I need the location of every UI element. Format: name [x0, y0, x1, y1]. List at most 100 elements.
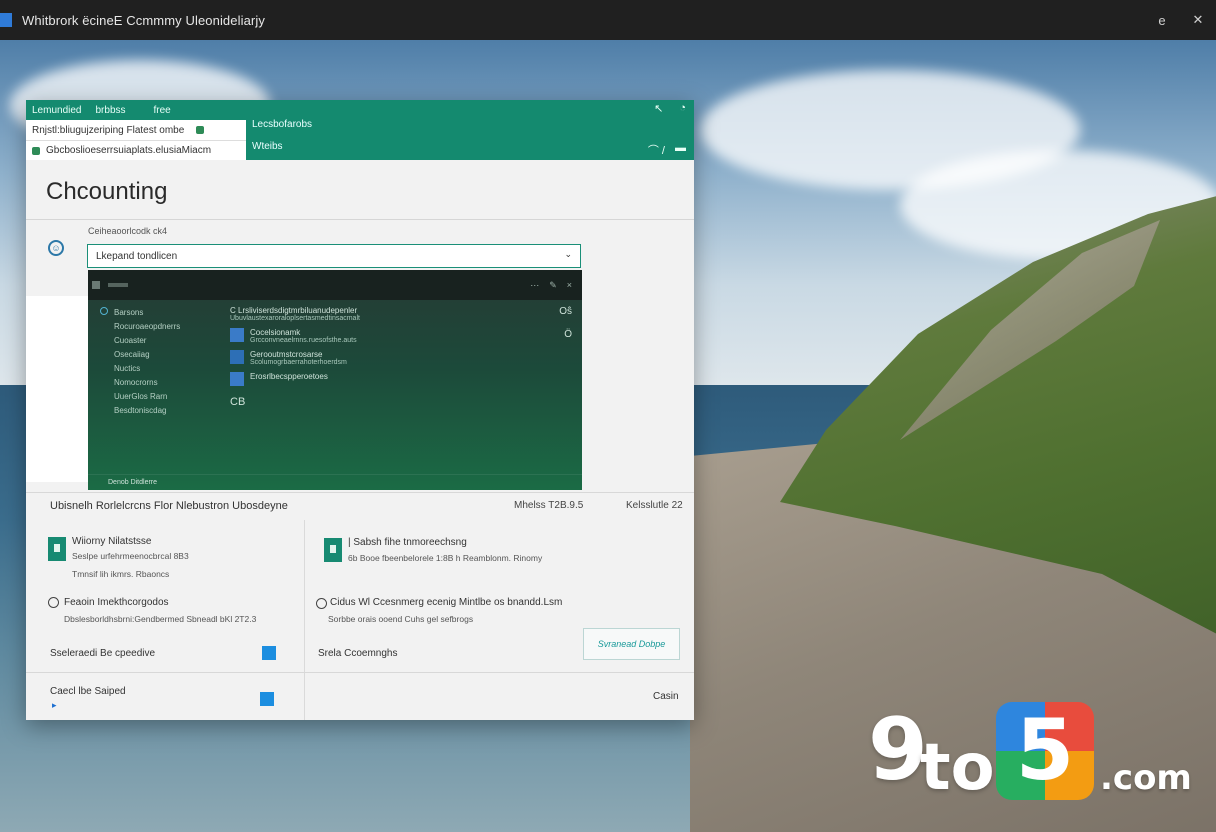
preview-nav-item[interactable]: Nuctics: [100, 362, 180, 376]
select-value: Lkepand tondlicen: [96, 250, 178, 262]
preview-row-title: Erosrlbecspperoetoes: [250, 372, 328, 381]
radio-button[interactable]: [316, 598, 327, 609]
preview-row-sub: Scolumogrbaerrahoterhoerdsm: [250, 359, 347, 366]
divider: [26, 219, 694, 220]
preview-nav-item[interactable]: Rocuroaeopdnerrs: [100, 320, 180, 334]
status-icon[interactable]: ◔: [679, 102, 686, 115]
header-controls: ↖ ◔: [654, 102, 686, 115]
preview-row[interactable]: Erosrlbecspperoetoes: [230, 372, 560, 386]
tab-item[interactable]: Gbcboslioeserrsuiaplats.elusiaMiacm: [26, 140, 246, 160]
tab-favicon-icon: [196, 126, 205, 134]
row-label: Caecl lbe Saiped: [50, 686, 126, 697]
card-title[interactable]: | Sabsh fihe tnmoreechsng: [348, 537, 467, 548]
preview-label: CB: [230, 396, 246, 408]
tab-item[interactable]: Rnjstl:bliugujzeriping Flatest ombe: [26, 120, 246, 140]
header-link[interactable]: Wteibs: [252, 141, 283, 152]
option-subtitle: Sorbbe orais ooend Cuhs gel sefbrogs: [328, 614, 474, 624]
edit-icon[interactable]: ✎: [549, 280, 557, 291]
row-action[interactable]: Casin: [653, 691, 679, 702]
action-button[interactable]: Svranead Dobpe: [583, 628, 680, 660]
window-title: Whitbrork ëcineE Ccmmmy Uleonideliarjy: [22, 12, 265, 28]
tab-label: Gbcboslioeserrsuiaplats.elusiaMiacm: [46, 145, 212, 156]
section-title: Ubisnelh Rorlelcrcns Flor Nlebustron Ubo…: [50, 500, 288, 512]
radio-button[interactable]: [48, 597, 59, 608]
tile-icon[interactable]: [262, 646, 276, 660]
preview-row-title: Gerooutmstcrosarse: [250, 350, 323, 359]
document-icon: [324, 538, 342, 562]
preview-nav-item[interactable]: Besdtoniscdag: [100, 404, 180, 418]
option-title[interactable]: Feaoin Imekthcorgodos: [64, 597, 169, 608]
section-meta: Kelsslutle 22: [626, 500, 683, 511]
chevron-down-icon: ⌄: [564, 249, 572, 259]
header-link[interactable]: Lecsbofarobs: [252, 119, 312, 130]
file-icon: [230, 372, 244, 386]
app-header: Lemundied brbbss free Rnjstl:bliugujzeri…: [26, 100, 694, 160]
menu-item[interactable]: Lemundied: [32, 105, 81, 116]
preview-toolbar-icons: ⋯ ✎ ×: [530, 280, 572, 291]
caret-icon: ▸: [52, 700, 57, 710]
share-icon[interactable]: ⋯: [530, 280, 539, 291]
column-divider: [304, 520, 305, 720]
option-title[interactable]: Cidus Wl Ccesnmerg ecenig Mintlbe os bna…: [330, 597, 562, 608]
pin-icon[interactable]: ↖: [654, 102, 663, 115]
tile-icon[interactable]: [260, 692, 274, 706]
file-icon: [230, 328, 244, 342]
preview-footer: Denob Ditdlerre: [88, 474, 582, 490]
smile-icon: ☺: [48, 240, 64, 256]
dropdown-select[interactable]: Lkepand tondlicen ⌄: [87, 244, 581, 268]
preview-row[interactable]: Gerooutmstcrosarse Scolumogrbaerrahoterh…: [230, 350, 560, 366]
card-title[interactable]: Wiiorny Nilatstsse: [72, 536, 151, 547]
page-title: Chcounting: [46, 178, 168, 205]
settings-icon[interactable]: e: [1144, 0, 1180, 40]
menu-item[interactable]: brbbss: [95, 105, 125, 116]
preview-nav: Barsons Rocuroaeopdnerrs Cuoaster Osecai…: [100, 306, 180, 418]
preview-row-sub: Grcconvneaelrnns.ruesofsthe.auts: [250, 337, 357, 344]
preview-app-icon: [92, 281, 100, 289]
header-controls-secondary: ⌒ / ▬: [648, 142, 686, 158]
tab-favicon-icon: [32, 146, 40, 155]
tab-panel: Rnjstl:bliugujzeriping Flatest ombe Gbcb…: [26, 120, 246, 160]
preview-panel: ⋯ ✎ × Barsons Rocuroaeopdnerrs Cuoaster …: [88, 270, 582, 490]
tab-label: Rnjstl:bliugujzeriping Flatest ombe: [32, 124, 185, 136]
preview-nav-item[interactable]: Cuoaster: [100, 334, 180, 348]
row-label: Srela Ccoemnghs: [318, 648, 398, 659]
preview-toolbar: ⋯ ✎ ×: [88, 270, 582, 300]
watermark-digit: 5: [1015, 701, 1075, 799]
app-menu-strip: Lemundied brbbss free: [26, 100, 694, 120]
preview-nav-item[interactable]: UuerGlos Rarn: [100, 390, 180, 404]
minimize-icon[interactable]: ▬: [675, 142, 686, 158]
preview-nav-item[interactable]: Barsons: [100, 306, 180, 320]
field-label: Ceiheaoorlcodk ck4: [88, 226, 168, 236]
watermark-text: to: [920, 731, 995, 805]
card-subtitle: 6b Booe fbeenbelorele 1:8B h Reamblonm. …: [348, 553, 543, 563]
watermark-digit: 9: [868, 700, 928, 800]
row-label: Sseleraedi Be cpeedive: [50, 648, 156, 659]
preview-tab: [108, 283, 128, 287]
preview-nav-item[interactable]: Osecaiiag: [100, 348, 180, 362]
option-subtitle: Dbslesborldhsbrni:Gendbermed Sbneadl bKl…: [64, 614, 257, 624]
ring-icon: [100, 307, 108, 315]
close-icon[interactable]: ✕: [1180, 0, 1216, 40]
preview-nav-item[interactable]: Nomocrorns: [100, 376, 180, 390]
divider: [26, 672, 694, 673]
preview-right-icons: Oŝ Ö: [559, 306, 572, 340]
sync-icon[interactable]: Ö: [564, 329, 572, 340]
watermark-logo: 9 to 5 .com: [868, 700, 1198, 805]
section-meta: Mhelss T2B.9.5: [514, 500, 584, 511]
menu-item[interactable]: free: [154, 105, 171, 116]
divider: [26, 492, 694, 493]
card-subtitle: Tmnsif lih ikmrs. Rbaoncs: [72, 569, 170, 579]
preview-row-title: C Lrsliviserdsdigtmrbiluanudepenler: [230, 306, 358, 315]
preview-row-sub: Ubuvlaustexaroraloplsertasmedtinsacmalt: [230, 315, 360, 322]
close-icon[interactable]: ×: [567, 280, 572, 291]
watermark-domain: .com: [1100, 758, 1192, 798]
os-titlebar: Whitbrork ëcineE Ccmmmy Uleonideliarjy e…: [0, 0, 1216, 40]
left-pane: [26, 296, 88, 482]
preview-row-title: Cocelsionamk: [250, 328, 301, 337]
preview-row[interactable]: Cocelsionamk Grcconvneaelrnns.ruesofsthe…: [230, 328, 560, 344]
app-icon: [0, 13, 12, 27]
file-icon: [230, 350, 244, 364]
edit-icon[interactable]: ⌒ /: [648, 142, 665, 158]
account-icon[interactable]: Oŝ: [559, 306, 572, 317]
preview-row[interactable]: C Lrsliviserdsdigtmrbiluanudepenler Ubuv…: [230, 306, 560, 322]
